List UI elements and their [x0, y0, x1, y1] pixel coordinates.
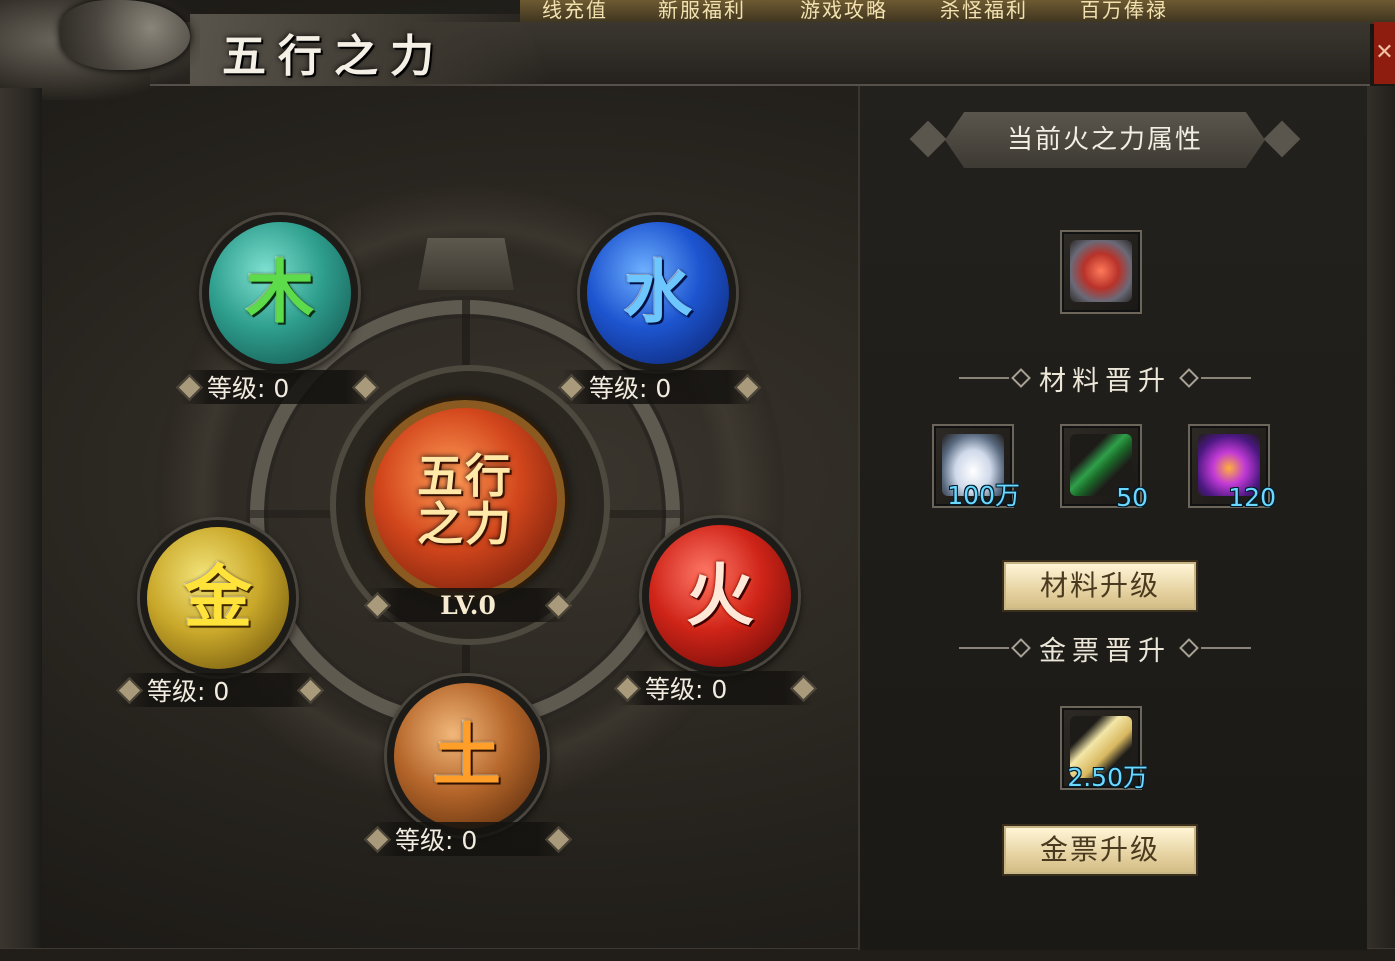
diamond-icon	[1179, 368, 1199, 388]
attribute-header-text: 当前火之力属性	[1006, 125, 1203, 155]
diamond-icon	[1011, 368, 1031, 388]
earth-orb[interactable]: 土	[387, 676, 547, 836]
left-frame-border	[0, 88, 42, 960]
fire-glyph: 火	[685, 556, 754, 636]
wood-orb[interactable]: 木	[202, 215, 358, 371]
material-slot[interactable]: 120	[1188, 424, 1276, 512]
fire-level-text: 等级: 0	[645, 675, 728, 704]
earth-level: 等级: 0	[364, 822, 572, 856]
right-frame-border	[1365, 86, 1395, 950]
banner-end-ornament	[909, 120, 947, 158]
ticket-upgrade-button[interactable]: 金票升级	[1004, 826, 1196, 874]
game-window: 线充值 新服福利 游戏攻略 杀怪福利 百万俸禄 五行之力 ✕ 木 等级: 0 水…	[0, 0, 1395, 961]
banner-end-ornament	[1263, 120, 1301, 158]
water-level: 等级: 0	[558, 370, 761, 404]
ticket-section-title: 金票晋升	[955, 628, 1255, 668]
dragon-ornament	[0, 0, 200, 100]
divider-line	[959, 377, 1009, 379]
material-upgrade-button[interactable]: 材料升级	[1004, 562, 1196, 610]
earth-glyph: 土	[432, 716, 501, 796]
divider-line	[959, 647, 1009, 649]
close-icon[interactable]: ✕	[1374, 22, 1395, 84]
wood-level: 等级: 0	[176, 370, 379, 404]
diamond-icon	[352, 373, 379, 401]
metal-orb[interactable]: 金	[140, 520, 296, 676]
five-elements-core-orb[interactable]: 五行 之力	[365, 400, 565, 600]
metal-glyph: 金	[183, 558, 252, 638]
wood-level-text: 等级: 0	[207, 374, 290, 403]
diamond-icon	[790, 674, 817, 702]
diamond-icon	[297, 676, 324, 704]
attribute-header: 当前火之力属性	[905, 112, 1305, 168]
wood-glyph: 木	[245, 253, 314, 333]
attribute-item-slot[interactable]	[1060, 230, 1142, 314]
diamond-icon	[1179, 638, 1199, 658]
material-qty: 100万	[947, 481, 1020, 510]
fire-orb[interactable]: 火	[642, 518, 798, 674]
material-section-text: 材料晋升	[1039, 365, 1171, 397]
core-glyph: 五行 之力	[417, 452, 513, 548]
divider-line	[1201, 647, 1251, 649]
window-title: 五行之力	[222, 31, 446, 82]
material-qty: 50	[1116, 483, 1148, 512]
water-level-text: 等级: 0	[589, 374, 672, 403]
ticket-qty: 2.50万	[1067, 763, 1148, 792]
attribute-panel	[858, 86, 1367, 950]
material-slot[interactable]: 50	[1060, 424, 1148, 512]
earth-level-text: 等级: 0	[395, 826, 478, 855]
ticket-section-text: 金票晋升	[1039, 635, 1171, 667]
material-qty: 120	[1228, 483, 1276, 512]
material-slot[interactable]: 100万	[932, 424, 1020, 510]
diamond-icon	[545, 825, 572, 853]
core-glyph-line: 之力	[417, 497, 513, 551]
material-section-title: 材料晋升	[955, 358, 1255, 398]
dragon-head-icon	[60, 0, 190, 70]
core-glyph-line: 五行	[417, 449, 513, 503]
diamond-icon	[734, 373, 761, 401]
diamond-icon	[1011, 638, 1031, 658]
diamond-icon	[545, 591, 572, 619]
ticket-slot[interactable]: 2.50万	[1060, 706, 1148, 792]
window-header: 五行之力 ✕	[0, 0, 1395, 100]
water-orb[interactable]: 水	[580, 215, 736, 371]
divider-line	[1201, 377, 1251, 379]
core-level: LV.0	[364, 588, 572, 622]
metal-level: 等级: 0	[116, 673, 324, 707]
wheel-top-ornament	[418, 238, 514, 290]
fire-level: 等级: 0	[614, 671, 817, 705]
fire-charm-icon	[1070, 240, 1132, 302]
water-glyph: 水	[623, 253, 692, 333]
core-level-text: LV.0	[440, 590, 496, 620]
metal-level-text: 等级: 0	[147, 677, 230, 706]
